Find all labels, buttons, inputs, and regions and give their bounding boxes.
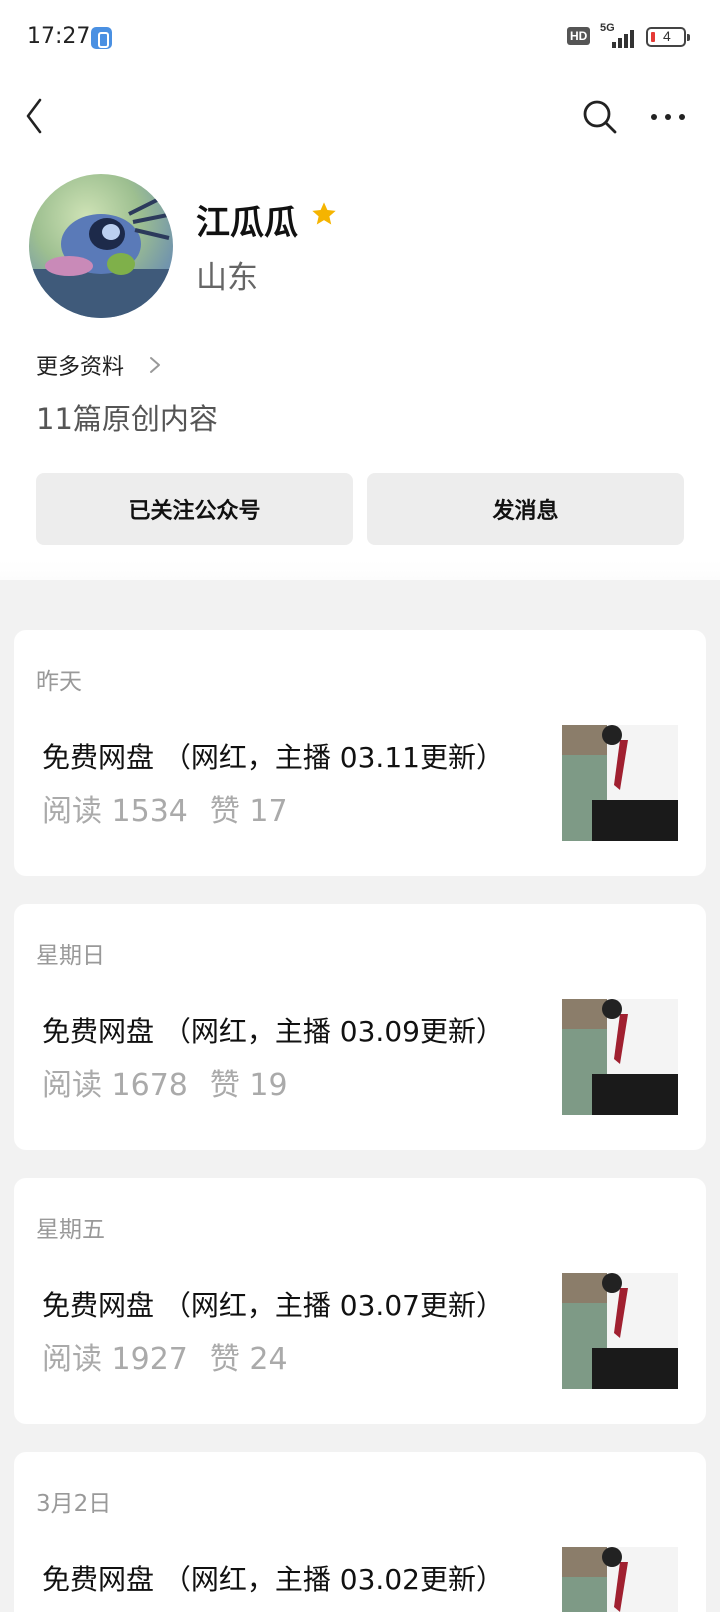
article-card[interactable]: 昨天 免费网盘 （网红，主播 03.11更新） 阅读 1534 赞 17 [14,630,706,876]
send-message-button[interactable]: 发消息 [367,473,684,545]
article-stats: 阅读 1534 赞 17 [42,786,288,830]
account-region: 山东 [196,260,258,296]
battery-icon: 4 [646,27,690,47]
article-stats: 阅读 1678 赞 19 [42,1060,288,1104]
read-count: 阅读 1678 [42,1068,188,1103]
article-date: 星期日 [36,943,105,969]
article-date: 昨天 [36,669,82,695]
article-card[interactable]: 3月2日 免费网盘 （网红，主播 03.02更新） [14,1452,706,1612]
article-title[interactable]: 免费网盘 （网红，主播 03.09更新） [42,1010,504,1050]
article-stats: 阅读 1927 赞 24 [42,1334,288,1378]
read-count: 阅读 1927 [42,1342,188,1377]
article-thumbnail[interactable] [562,1273,678,1389]
chevron-left-icon [26,98,42,134]
like-count: 赞 24 [209,1342,288,1377]
article-date: 星期五 [36,1217,105,1243]
like-count: 赞 19 [209,1068,288,1103]
account-name: 江瓜瓜 [196,203,298,243]
more-button[interactable] [648,100,688,134]
status-time: 17:27 [27,24,91,49]
article-card[interactable]: 星期日 免费网盘 （网红，主播 03.09更新） 阅读 1678 赞 19 [14,904,706,1150]
avatar[interactable] [29,174,173,318]
back-button[interactable] [22,96,58,136]
article-thumbnail[interactable] [562,999,678,1115]
article-thumbnail[interactable] [562,1547,678,1612]
article-title[interactable]: 免费网盘 （网红，主播 03.07更新） [42,1284,504,1324]
signal-icon [610,28,640,48]
app-notification-icon [91,27,112,49]
search-icon [583,100,617,134]
article-thumbnail[interactable] [562,725,678,841]
article-card[interactable]: 星期五 免费网盘 （网红，主播 03.07更新） 阅读 1927 赞 24 [14,1178,706,1424]
more-info-link[interactable]: 更多资料 [36,349,124,381]
article-title[interactable]: 免费网盘 （网红，主播 03.11更新） [42,736,504,776]
article-count: 11篇原创内容 [36,402,218,436]
star-icon [312,202,336,225]
more-icon [651,114,685,120]
article-date: 3月2日 [36,1491,112,1517]
hd-badge: HD [567,27,591,45]
like-count: 赞 17 [209,794,288,829]
read-count: 阅读 1534 [42,794,188,829]
chevron-right-icon[interactable] [148,355,162,375]
battery-level: 4 [663,28,671,44]
search-button[interactable] [580,97,620,137]
followed-button[interactable]: 已关注公众号 [36,473,353,545]
article-title[interactable]: 免费网盘 （网红，主播 03.02更新） [42,1558,504,1598]
status-bar: 17:27 HD 5G 4 [0,0,720,76]
